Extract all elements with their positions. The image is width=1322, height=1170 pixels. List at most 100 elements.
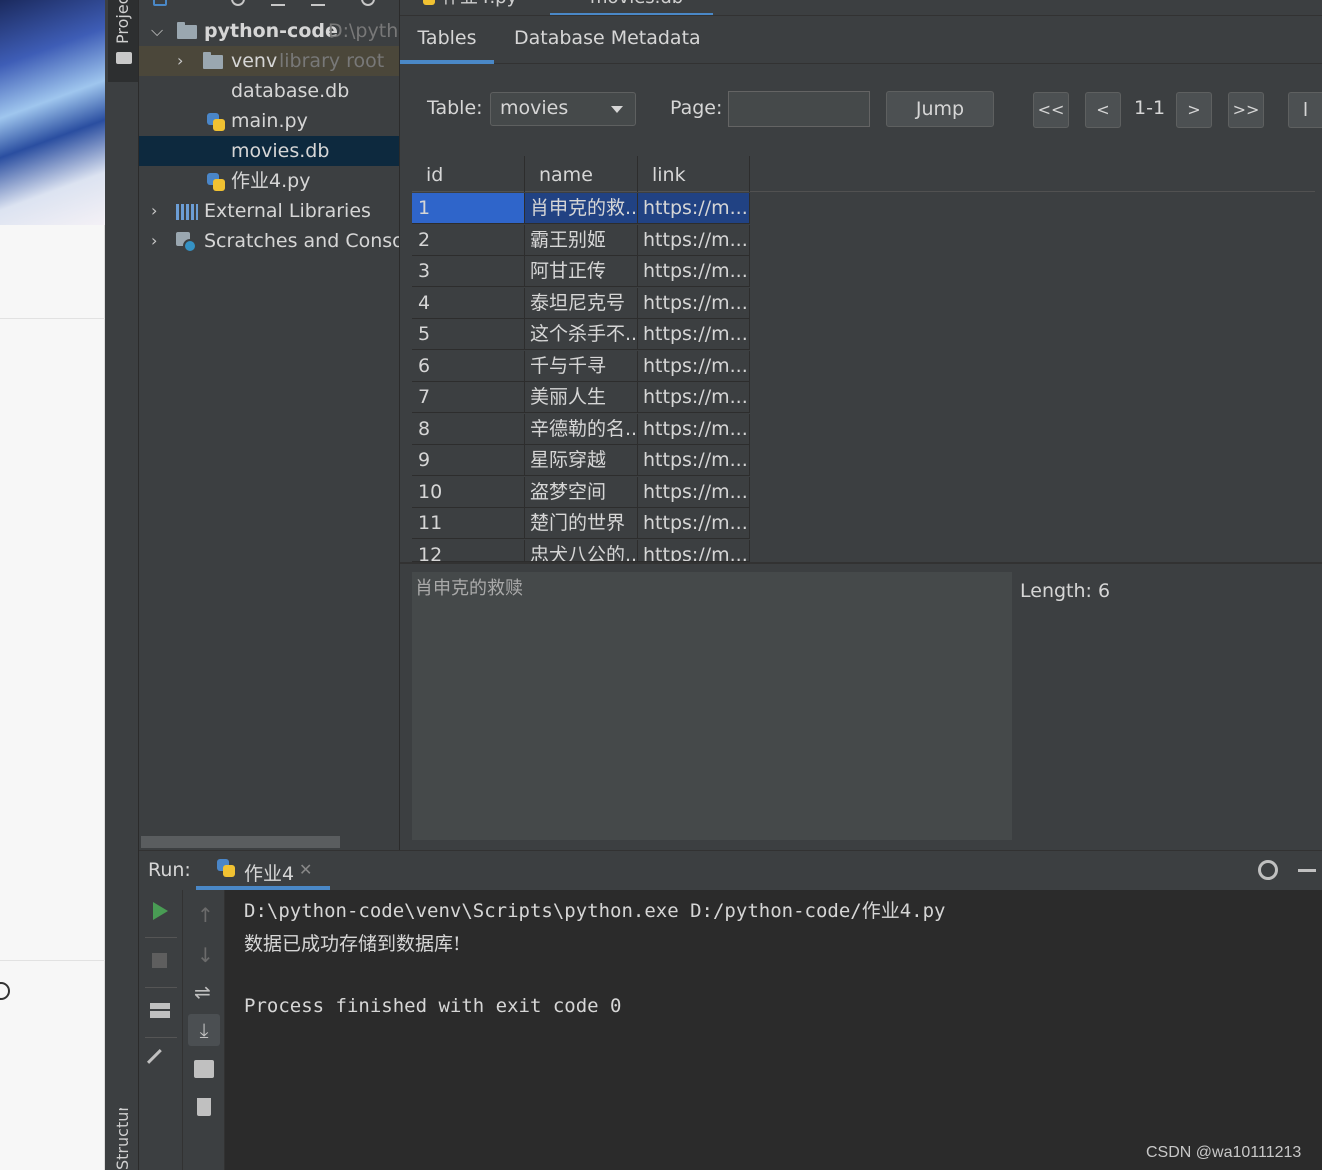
chevron-right-icon[interactable]: › [151,226,165,256]
expand-icon[interactable] [311,0,325,6]
cell-link[interactable]: https://m... [638,508,750,539]
tree-item-main-py[interactable]: main.py [139,106,399,136]
cell-link[interactable]: https://m... [638,414,750,445]
structure-tool-label[interactable]: Structure [113,1108,132,1170]
cell-name[interactable]: 盗梦空间 [525,477,638,508]
arrow-down-icon[interactable]: ↓ [197,943,214,967]
cell-name[interactable]: 霸王别姬 [525,225,638,256]
cell-link[interactable]: https://m... [638,445,750,476]
minimize-icon[interactable] [1298,869,1316,872]
table-row[interactable]: 12 忠犬八公的... https://m... [412,540,750,562]
cell-link[interactable]: https://m... [638,193,750,224]
trash-icon[interactable] [197,1098,211,1116]
tree-item-database-db[interactable]: database.db [139,76,399,106]
next-page-button[interactable]: > [1176,92,1212,128]
table-row[interactable]: 8 辛德勒的名... https://m... [412,414,750,446]
stop-icon[interactable] [152,953,167,968]
tree-item-movies-db[interactable]: movies.db [139,136,399,166]
chevron-down-icon[interactable]: ⌵ [151,16,165,46]
arrow-up-icon[interactable]: ↑ [197,903,214,927]
tab-database-metadata[interactable]: Database Metadata [514,16,701,64]
table-row[interactable]: 5 这个杀手不... https://m... [412,319,750,351]
cell-name[interactable]: 肖申克的救... [525,193,638,224]
tab-tables[interactable]: Tables [400,16,494,64]
tree-item-label: movies.db [231,140,330,162]
close-icon[interactable]: ✕ [299,860,312,879]
run-tab-zuoye4[interactable]: 作业4 ✕ [196,850,330,890]
cell-id[interactable]: 6 [412,351,525,382]
cell-id[interactable]: 12 [412,540,525,561]
horizontal-scrollbar[interactable] [141,836,340,848]
jump-button[interactable]: Jump [886,91,994,127]
table-row[interactable]: 10 盗梦空间 https://m... [412,477,750,509]
cell-link[interactable]: https://m... [638,477,750,508]
table-row[interactable]: 11 楚门的世界 https://m... [412,508,750,540]
cell-id[interactable]: 4 [412,288,525,319]
rerun-icon[interactable] [153,902,168,920]
cell-id[interactable]: 11 [412,508,525,539]
cell-link[interactable]: https://m... [638,351,750,382]
cell-name[interactable]: 阿甘正传 [525,256,638,287]
cell-name[interactable]: 忠犬八公的... [525,540,638,561]
table-row[interactable]: 3 阿甘正传 https://m... [412,256,750,288]
cell-id[interactable]: 9 [412,445,525,476]
tree-item-venv[interactable]: › venv library root [139,46,399,76]
cell-name[interactable]: 千与千寻 [525,351,638,382]
cell-name[interactable]: 这个杀手不... [525,319,638,350]
chevron-right-icon[interactable]: › [151,196,165,226]
gear-icon[interactable] [1258,860,1278,880]
cell-id[interactable]: 5 [412,319,525,350]
more-button[interactable]: l [1288,92,1322,128]
table-row[interactable]: 2 霸王别姬 https://m... [412,225,750,257]
editor-tab-movies-db[interactable]: movies.db [550,0,713,15]
cell-link[interactable]: https://m... [638,256,750,287]
soft-wrap-icon[interactable]: ⇌ [194,980,211,1004]
page-input[interactable] [728,91,870,127]
cell-name[interactable]: 楚门的世界 [525,508,638,539]
layout-icon[interactable] [150,1003,170,1018]
gear-icon[interactable] [361,0,375,6]
cell-name[interactable]: 辛德勒的名... [525,414,638,445]
cell-id[interactable]: 10 [412,477,525,508]
last-page-button[interactable]: >> [1228,92,1264,128]
cell-link[interactable]: https://m... [638,288,750,319]
tree-root[interactable]: ⌵ python-code D:\python-code [139,16,399,46]
tree-item-zuoye4-py[interactable]: 作业4.py [139,166,399,196]
cell-id[interactable]: 1 [412,193,525,224]
length-label: Length: 6 [1020,580,1111,602]
cell-link[interactable]: https://m... [638,540,750,561]
column-header-name[interactable]: name [525,156,638,192]
first-page-button[interactable]: << [1033,92,1069,128]
cell-id[interactable]: 3 [412,256,525,287]
print-icon[interactable] [194,1060,214,1078]
chevron-right-icon[interactable]: › [177,46,191,76]
cell-name[interactable]: 星际穿越 [525,445,638,476]
table-select[interactable]: movies [490,92,636,126]
tree-item-label: 作业4.py [231,170,311,192]
table-row[interactable]: 6 千与千寻 https://m... [412,351,750,383]
project-tool-label[interactable]: Project [113,0,132,44]
tree-item-scratches[interactable]: › Scratches and Consoles [139,226,399,256]
cell-name[interactable]: 美丽人生 [525,382,638,413]
cell-id[interactable]: 2 [412,225,525,256]
collapse-all-icon[interactable] [271,0,285,6]
cell-link[interactable]: https://m... [638,225,750,256]
cell-link[interactable]: https://m... [638,382,750,413]
prev-page-button[interactable]: < [1085,92,1121,128]
table-row[interactable]: 1 肖申克的救... https://m... [412,193,750,225]
column-header-id[interactable]: id [412,156,525,192]
table-row[interactable]: 9 星际穿越 https://m... [412,445,750,477]
project-view-icon[interactable] [153,0,167,6]
cell-link[interactable]: https://m... [638,319,750,350]
cell-value-viewer[interactable]: 肖申克的救赎 [412,572,1012,840]
cell-name[interactable]: 泰坦尼克号 [525,288,638,319]
cell-id[interactable]: 8 [412,414,525,445]
folder-icon[interactable] [116,52,132,64]
scroll-to-end-icon[interactable]: ⤓ [188,1014,220,1046]
table-row[interactable]: 7 美丽人生 https://m... [412,382,750,414]
table-row[interactable]: 4 泰坦尼克号 https://m... [412,288,750,320]
column-header-link[interactable]: link [638,156,750,192]
tree-item-external-libraries[interactable]: › External Libraries [139,196,399,226]
cell-id[interactable]: 7 [412,382,525,413]
locate-icon[interactable] [231,0,245,6]
